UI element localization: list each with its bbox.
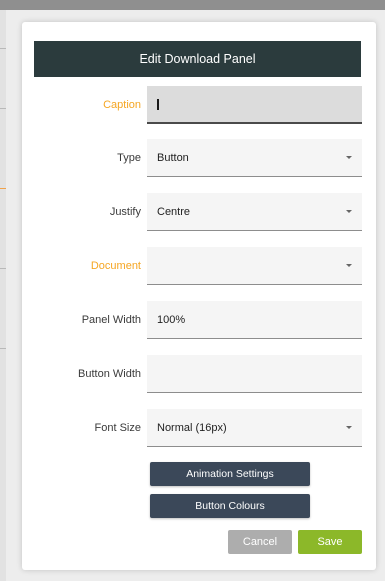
button-width-row: Button Width (22, 355, 376, 395)
button-width-label: Button Width (78, 368, 141, 380)
chevron-down-icon (346, 426, 352, 429)
justify-select[interactable]: Centre (147, 193, 362, 231)
chevron-down-icon (346, 210, 352, 213)
document-label: Document (90, 260, 141, 272)
chevron-down-icon (346, 156, 352, 159)
chevron-down-icon (346, 264, 352, 267)
text-cursor (157, 98, 159, 110)
caption-row: Caption (22, 86, 376, 126)
cancel-button[interactable]: Cancel (228, 530, 292, 554)
type-label: Type (117, 152, 141, 164)
button-colours-button[interactable]: Button Colours (150, 494, 310, 518)
font-size-label: Font Size (94, 422, 141, 434)
background-divider (0, 188, 6, 189)
animation-settings-button[interactable]: Animation Settings (150, 462, 310, 486)
document-row: Document (22, 247, 376, 287)
background-divider (0, 348, 6, 349)
font-size-select[interactable]: Normal (16px) (147, 409, 362, 447)
panel-width-input[interactable]: 100% (147, 301, 362, 339)
document-select[interactable] (147, 247, 362, 285)
panel-width-label: Panel Width (81, 314, 141, 326)
justify-label: Justify (109, 206, 141, 218)
background-divider (0, 108, 6, 109)
justify-value: Centre (157, 205, 191, 218)
justify-row: Justify Centre (22, 193, 376, 233)
panel-width-row: Panel Width 100% (22, 301, 376, 341)
background-divider (0, 268, 6, 269)
save-button[interactable]: Save (298, 530, 362, 554)
font-size-value: Normal (16px) (157, 421, 227, 434)
type-value: Button (157, 151, 189, 164)
dialog-title: Edit Download Panel (139, 52, 256, 66)
panel-width-value: 100% (157, 313, 186, 326)
background-page-edge (0, 10, 6, 581)
button-width-input[interactable] (147, 355, 362, 393)
dialog-header: Edit Download Panel (34, 41, 361, 77)
font-size-row: Font Size Normal (16px) (22, 409, 376, 449)
type-select[interactable]: Button (147, 139, 362, 177)
type-row: Type Button (22, 139, 376, 179)
caption-input[interactable] (147, 86, 362, 124)
edit-download-panel-dialog: Edit Download Panel Caption Type Button … (22, 22, 376, 570)
window-top-bar (0, 0, 385, 10)
caption-label: Caption (103, 99, 141, 111)
background-divider (0, 48, 6, 49)
